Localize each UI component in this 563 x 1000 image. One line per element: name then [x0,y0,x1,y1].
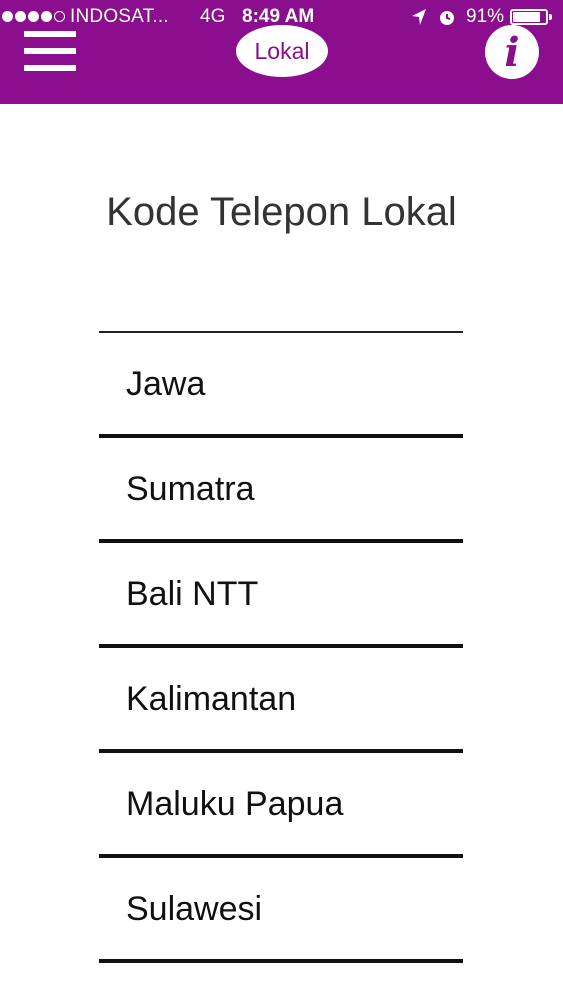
hamburger-menu-icon[interactable] [24,31,76,73]
battery-tip [549,14,552,20]
top-bar: INDOSAT... 4G 8:49 AM 91% Lokal i [0,0,563,104]
battery-icon [510,9,548,25]
region-item-bali-ntt[interactable]: Bali NTT [99,543,463,648]
region-label: Bali NTT [126,575,259,613]
info-icon[interactable]: i [485,25,539,79]
alarm-clock-icon [440,11,454,25]
carrier-name: INDOSAT... [70,6,169,27]
header-title-text: Lokal [254,37,310,64]
region-label: Jawa [126,365,206,403]
region-item-maluku-papua[interactable]: Maluku Papua [99,753,463,858]
region-label: Sulawesi [126,890,263,928]
region-label: Sumatra [126,470,255,508]
page-title: Kode Telepon Lokal [106,190,457,234]
page-header-title: Lokal [236,25,328,77]
region-label: Kalimantan [126,680,297,718]
location-arrow-icon [412,9,426,25]
info-glyph: i [504,28,520,76]
region-item-sulawesi[interactable]: Sulawesi [99,858,463,963]
network-type: 4G [200,6,226,27]
signal-strength-icon [2,11,65,22]
region-item-kalimantan[interactable]: Kalimantan [99,648,463,753]
region-item-jawa[interactable]: Jawa [99,333,463,438]
region-label: Maluku Papua [126,785,344,823]
region-item-sumatra[interactable]: Sumatra [99,438,463,543]
